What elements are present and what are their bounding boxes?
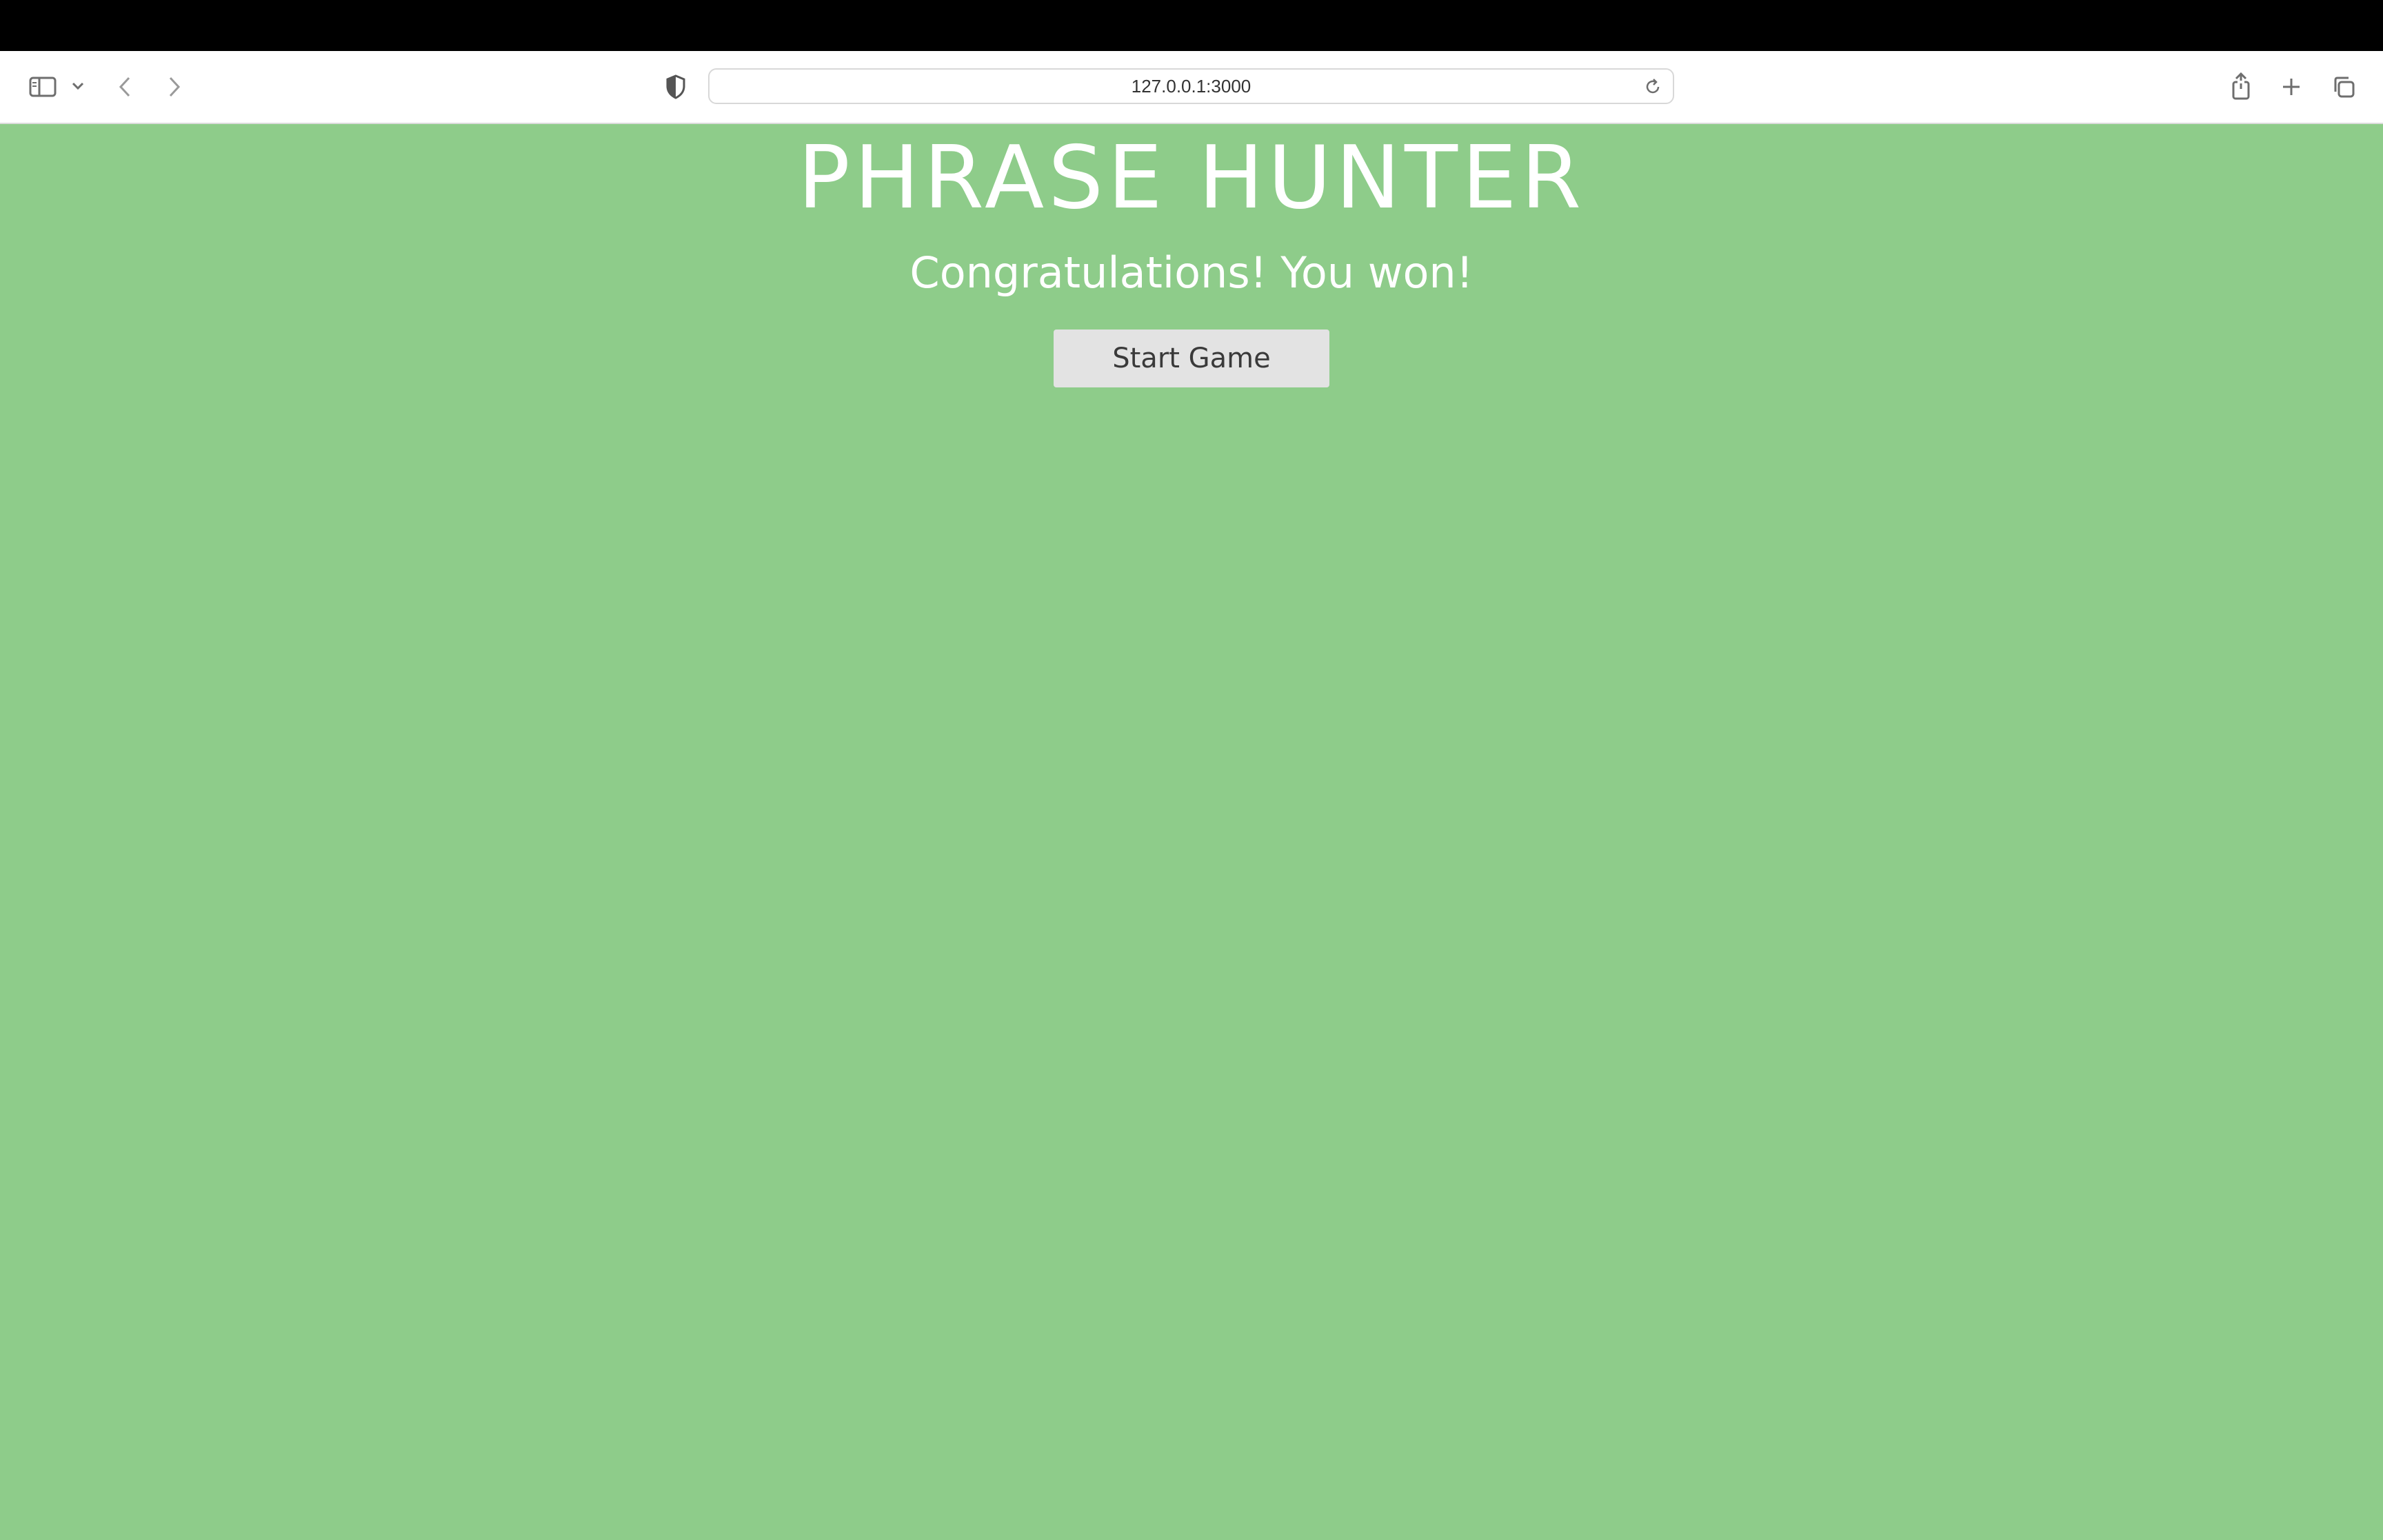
sidebar-icon[interactable] [26,72,59,102]
reload-icon[interactable] [1642,77,1663,97]
system-menu-bar [0,0,2383,51]
privacy-shield-icon[interactable] [662,72,690,102]
forward-arrow-icon[interactable] [163,72,186,102]
start-game-button[interactable]: Start Game [1054,330,1329,387]
game-overlay: PHRASE HUNTER Congratulations! You won! … [0,124,2383,1540]
game-title: PHRASE HUNTER [797,127,1586,228]
tab-overview-icon[interactable] [2329,72,2358,102]
chevron-down-icon[interactable] [69,77,87,95]
game-over-message: Congratulations! You won! [909,247,1474,298]
address-url[interactable]: 127.0.0.1:3000 [710,70,1673,103]
new-tab-icon[interactable] [2278,72,2305,102]
back-arrow-icon[interactable] [113,72,137,102]
share-icon[interactable] [2227,69,2255,103]
browser-toolbar: 127.0.0.1:3000 [0,51,2383,124]
address-bar[interactable]: 127.0.0.1:3000 [708,68,1674,104]
